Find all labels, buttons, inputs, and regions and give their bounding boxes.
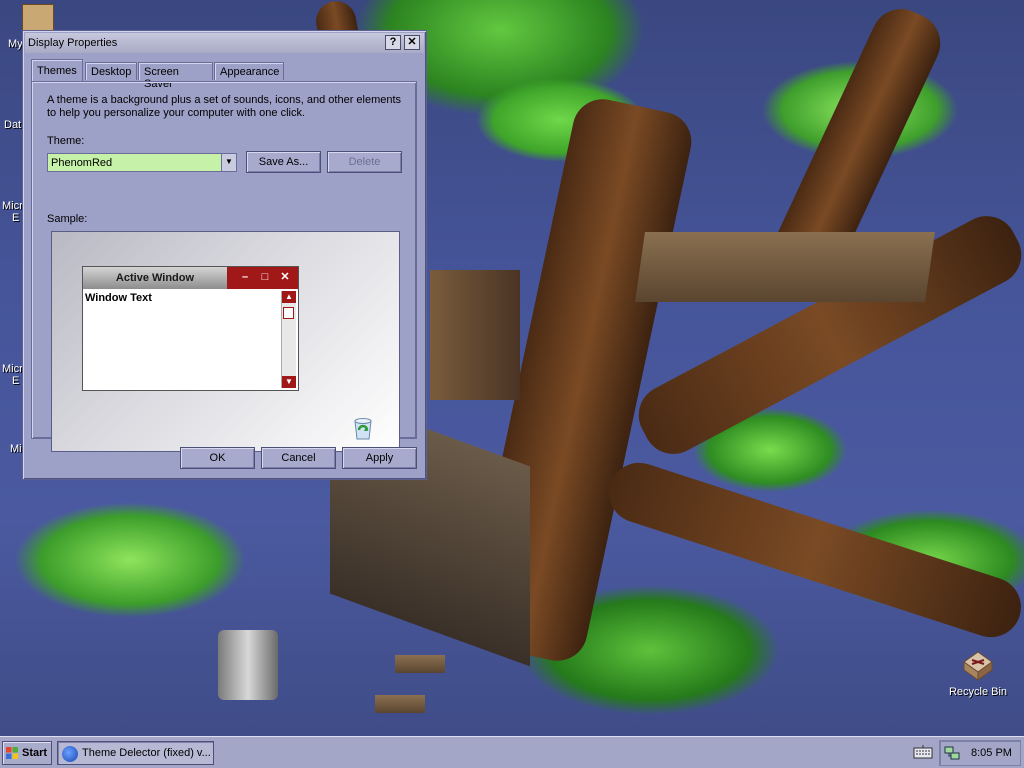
themes-tab-panel: A theme is a background plus a set of so…	[31, 81, 417, 452]
keyboard-icon[interactable]	[913, 744, 933, 760]
desktop-icon-recycle-bin[interactable]: Recycle Bin	[940, 650, 1016, 698]
apply-button[interactable]: Apply	[342, 447, 417, 469]
window-titlebar[interactable]: Display Properties ? ✕	[25, 33, 424, 53]
desktop-icon-label[interactable]: Mi	[10, 443, 22, 455]
sample-window-controls: – □ ✕	[227, 267, 298, 289]
maximize-icon: □	[261, 271, 269, 283]
taskbar-button-label: Theme Delector (fixed) v...	[82, 747, 211, 759]
desktop-icon-label[interactable]: E	[12, 212, 19, 224]
theme-label: Theme:	[47, 135, 85, 147]
cancel-button[interactable]: Cancel	[261, 447, 336, 469]
window-title: Display Properties	[28, 37, 118, 49]
desktop-icon-label[interactable]: Micr	[2, 200, 23, 212]
tab-themes[interactable]: Themes	[31, 59, 83, 81]
sample-window: Active Window – □ ✕ Window Text ▲ ▼	[82, 266, 299, 391]
theme-select[interactable]: PhenomRed ▼	[47, 153, 237, 172]
chevron-down-icon[interactable]: ▼	[221, 154, 236, 171]
windows-logo-icon	[6, 747, 18, 759]
display-properties-window: Display Properties ? ✕ Themes Desktop Sc…	[22, 30, 427, 480]
clock[interactable]: 8:05 PM	[971, 747, 1012, 759]
desktop-icon-label[interactable]: E	[12, 375, 19, 387]
desktop-icon-label[interactable]: Micr	[2, 363, 23, 375]
recycle-bin-icon	[962, 650, 994, 682]
start-button[interactable]: Start	[2, 741, 52, 765]
system-tray: 8:05 PM	[939, 740, 1021, 766]
sample-label: Sample:	[47, 213, 88, 225]
themes-description: A theme is a background plus a set of so…	[47, 94, 402, 119]
sample-scrollbar: ▲ ▼	[281, 291, 296, 388]
minimize-icon: –	[241, 271, 249, 283]
tab-desktop[interactable]: Desktop	[85, 62, 137, 80]
desktop-icon-label[interactable]: Dat	[4, 119, 21, 131]
sample-window-text: Window Text	[85, 292, 152, 304]
desktop-icon-label[interactable]: My	[8, 38, 23, 50]
recycle-bin-label: Recycle Bin	[948, 686, 1008, 698]
close-button[interactable]: ✕	[404, 35, 420, 50]
scroll-up-icon: ▲	[282, 291, 296, 303]
start-label: Start	[22, 747, 48, 759]
tab-appearance[interactable]: Appearance	[214, 62, 284, 80]
ok-button[interactable]: OK	[180, 447, 255, 469]
save-as-button[interactable]: Save As...	[246, 151, 321, 173]
app-globe-icon	[62, 746, 78, 762]
close-icon: ✕	[280, 271, 290, 283]
scroll-thumb	[283, 307, 294, 319]
taskbar: Start Theme Delector (fixed) v... 8:05 P…	[0, 736, 1024, 768]
recycle-bin-icon	[349, 413, 377, 441]
tab-screen-saver[interactable]: Screen Saver	[138, 62, 213, 90]
theme-select-value: PhenomRed	[51, 157, 113, 169]
taskbar-button-theme-delector[interactable]: Theme Delector (fixed) v...	[57, 741, 214, 765]
sample-window-title: Active Window	[83, 267, 227, 289]
help-button[interactable]: ?	[385, 35, 401, 50]
scroll-down-icon: ▼	[282, 376, 296, 388]
delete-button[interactable]: Delete	[327, 151, 402, 173]
theme-sample-preview: Active Window – □ ✕ Window Text ▲ ▼	[51, 231, 400, 452]
network-icon[interactable]	[944, 745, 960, 761]
